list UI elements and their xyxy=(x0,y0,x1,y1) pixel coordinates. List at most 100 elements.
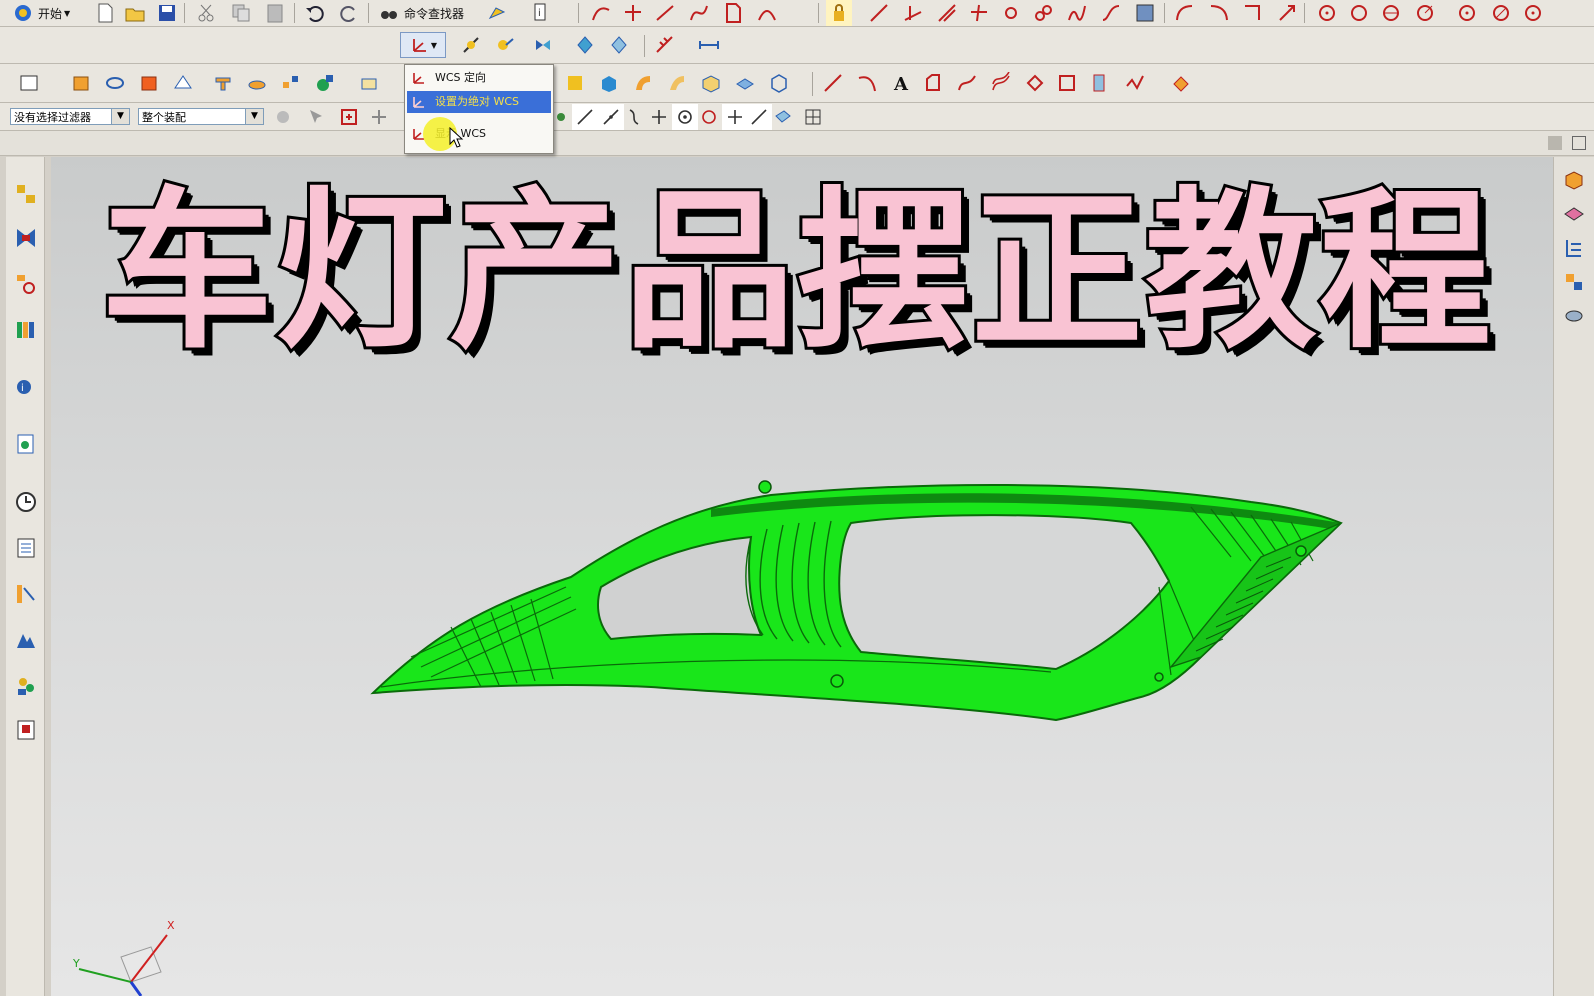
arc-tool-icon[interactable] xyxy=(900,0,926,26)
tangent-line-icon[interactable] xyxy=(934,0,960,26)
snap-midpoint-icon[interactable] xyxy=(598,104,624,130)
intersect-curve-icon[interactable] xyxy=(1054,70,1080,96)
paste-icon[interactable] xyxy=(262,0,288,26)
extend-curve-icon[interactable] xyxy=(652,0,678,26)
analysis-icon[interactable] xyxy=(1122,70,1148,96)
pad-icon[interactable] xyxy=(210,70,236,96)
solid-cube-icon[interactable] xyxy=(766,70,792,96)
snap-center-icon[interactable] xyxy=(672,104,698,130)
helix-icon[interactable] xyxy=(1064,0,1090,26)
clock-icon[interactable] xyxy=(12,487,40,517)
roles-icon[interactable] xyxy=(484,0,510,26)
process-studio-icon[interactable] xyxy=(12,579,40,609)
select-all-icon[interactable] xyxy=(304,104,330,130)
filter-reset-icon[interactable] xyxy=(270,104,296,130)
transform-icon[interactable] xyxy=(492,32,518,58)
trim-body-icon[interactable] xyxy=(732,70,758,96)
offset-face-icon[interactable] xyxy=(920,70,946,96)
isoparametric-icon[interactable] xyxy=(988,70,1014,96)
cut-icon[interactable] xyxy=(194,0,220,26)
copy-icon[interactable] xyxy=(228,0,254,26)
menu-item-set-absolute-wcs[interactable]: 设置为绝对 WCS xyxy=(407,91,551,113)
snap-quadrant-icon[interactable] xyxy=(696,104,722,130)
circle-tangent-icon[interactable] xyxy=(1412,0,1438,26)
select-feature-icon[interactable] xyxy=(336,104,362,130)
curve-on-surface-icon[interactable] xyxy=(954,70,980,96)
combine-icon[interactable] xyxy=(312,70,338,96)
trim-curve-icon[interactable] xyxy=(620,0,646,26)
curve-tool-icon[interactable] xyxy=(588,0,614,26)
pocket-icon[interactable] xyxy=(244,70,270,96)
undo-icon[interactable] xyxy=(302,0,328,26)
box-icon[interactable] xyxy=(356,70,382,96)
snap-intersection-icon[interactable] xyxy=(646,104,672,130)
extend-arrow-icon[interactable] xyxy=(1274,0,1300,26)
new-file-icon[interactable] xyxy=(92,0,118,26)
snap-point-icon[interactable] xyxy=(366,104,392,130)
extrude-icon[interactable] xyxy=(68,70,94,96)
open-folder-icon[interactable] xyxy=(122,0,148,26)
redo-icon[interactable] xyxy=(336,0,362,26)
fillet-curve-icon[interactable] xyxy=(1098,0,1124,26)
arc-left-icon[interactable] xyxy=(1172,0,1198,26)
chevron-down-icon[interactable]: ▼ xyxy=(111,109,129,124)
fullscreen-icon[interactable] xyxy=(1572,136,1586,150)
draft-icon[interactable] xyxy=(1168,70,1194,96)
cross-line-icon[interactable] xyxy=(966,0,992,26)
shell-icon[interactable] xyxy=(136,70,162,96)
circle-two-point-icon[interactable] xyxy=(1346,0,1372,26)
web-browser-icon[interactable]: i xyxy=(12,371,40,401)
blend-icon[interactable] xyxy=(170,70,196,96)
swept-surface-icon[interactable] xyxy=(664,70,690,96)
wcs-dropdown-button[interactable]: ▼ xyxy=(400,32,446,58)
maximize-view-icon[interactable] xyxy=(1548,136,1562,150)
new-sketch-icon[interactable] xyxy=(16,70,42,96)
thicken-icon[interactable] xyxy=(698,70,724,96)
circle-radius-icon[interactable] xyxy=(1488,0,1514,26)
menu-item-wcs-orient[interactable]: WCS 定向 xyxy=(407,67,551,89)
system-scenes-icon[interactable] xyxy=(12,715,40,745)
manufacturing-wizard-icon[interactable] xyxy=(12,625,40,655)
command-finder-button[interactable]: 命令查找器 xyxy=(378,0,478,26)
snap-curve-icon[interactable] xyxy=(622,104,648,130)
circle-dropdown-icon[interactable] xyxy=(1520,0,1546,26)
lock-selection-icon[interactable] xyxy=(826,0,852,26)
circle-point-icon[interactable] xyxy=(1454,0,1480,26)
grid-plane-icon[interactable] xyxy=(1132,0,1158,26)
project-curve-icon[interactable] xyxy=(1022,70,1048,96)
roles-icon[interactable] xyxy=(12,671,40,701)
revolve-icon[interactable] xyxy=(102,70,128,96)
line-tool-icon[interactable] xyxy=(866,0,892,26)
arc-right-icon[interactable] xyxy=(1206,0,1232,26)
system-materials-icon[interactable] xyxy=(12,533,40,563)
start-menu-button[interactable]: 开始 ▼ xyxy=(12,0,88,26)
spline-icon[interactable] xyxy=(686,0,712,26)
snap-on-curve-icon[interactable] xyxy=(746,104,772,130)
info-dropdown-icon[interactable]: i xyxy=(528,0,554,26)
grid-snap-icon[interactable] xyxy=(652,32,678,58)
chevron-down-icon[interactable]: ▼ xyxy=(245,109,263,124)
reposition-icon[interactable] xyxy=(606,32,632,58)
text-icon[interactable]: A xyxy=(888,70,914,96)
snap-line-icon[interactable] xyxy=(572,104,598,130)
history-icon[interactable] xyxy=(12,429,40,459)
type-filter-select[interactable]: 没有选择过滤器 ▼ xyxy=(10,108,130,125)
point-curve-icon[interactable] xyxy=(998,0,1024,26)
assembly-scope-select[interactable]: 整个装配 ▼ xyxy=(138,108,264,125)
block-icon[interactable] xyxy=(596,70,622,96)
circle-center-icon[interactable] xyxy=(1314,0,1340,26)
surface-icon[interactable] xyxy=(562,70,588,96)
circle-chain-icon[interactable] xyxy=(1030,0,1056,26)
section-curve-icon[interactable] xyxy=(1086,70,1112,96)
snap-grid-icon[interactable] xyxy=(800,104,826,130)
arc-icon[interactable] xyxy=(854,70,880,96)
mirror-icon[interactable] xyxy=(530,32,556,58)
pattern-icon[interactable] xyxy=(278,70,304,96)
move-object-icon[interactable] xyxy=(458,32,484,58)
trim-corner-icon[interactable] xyxy=(1240,0,1266,26)
snap-on-face-icon[interactable] xyxy=(770,104,796,130)
sweep-icon[interactable] xyxy=(630,70,656,96)
bridge-curve-icon[interactable] xyxy=(754,0,780,26)
offset-curve-icon[interactable] xyxy=(720,0,746,26)
line-icon[interactable] xyxy=(820,70,846,96)
